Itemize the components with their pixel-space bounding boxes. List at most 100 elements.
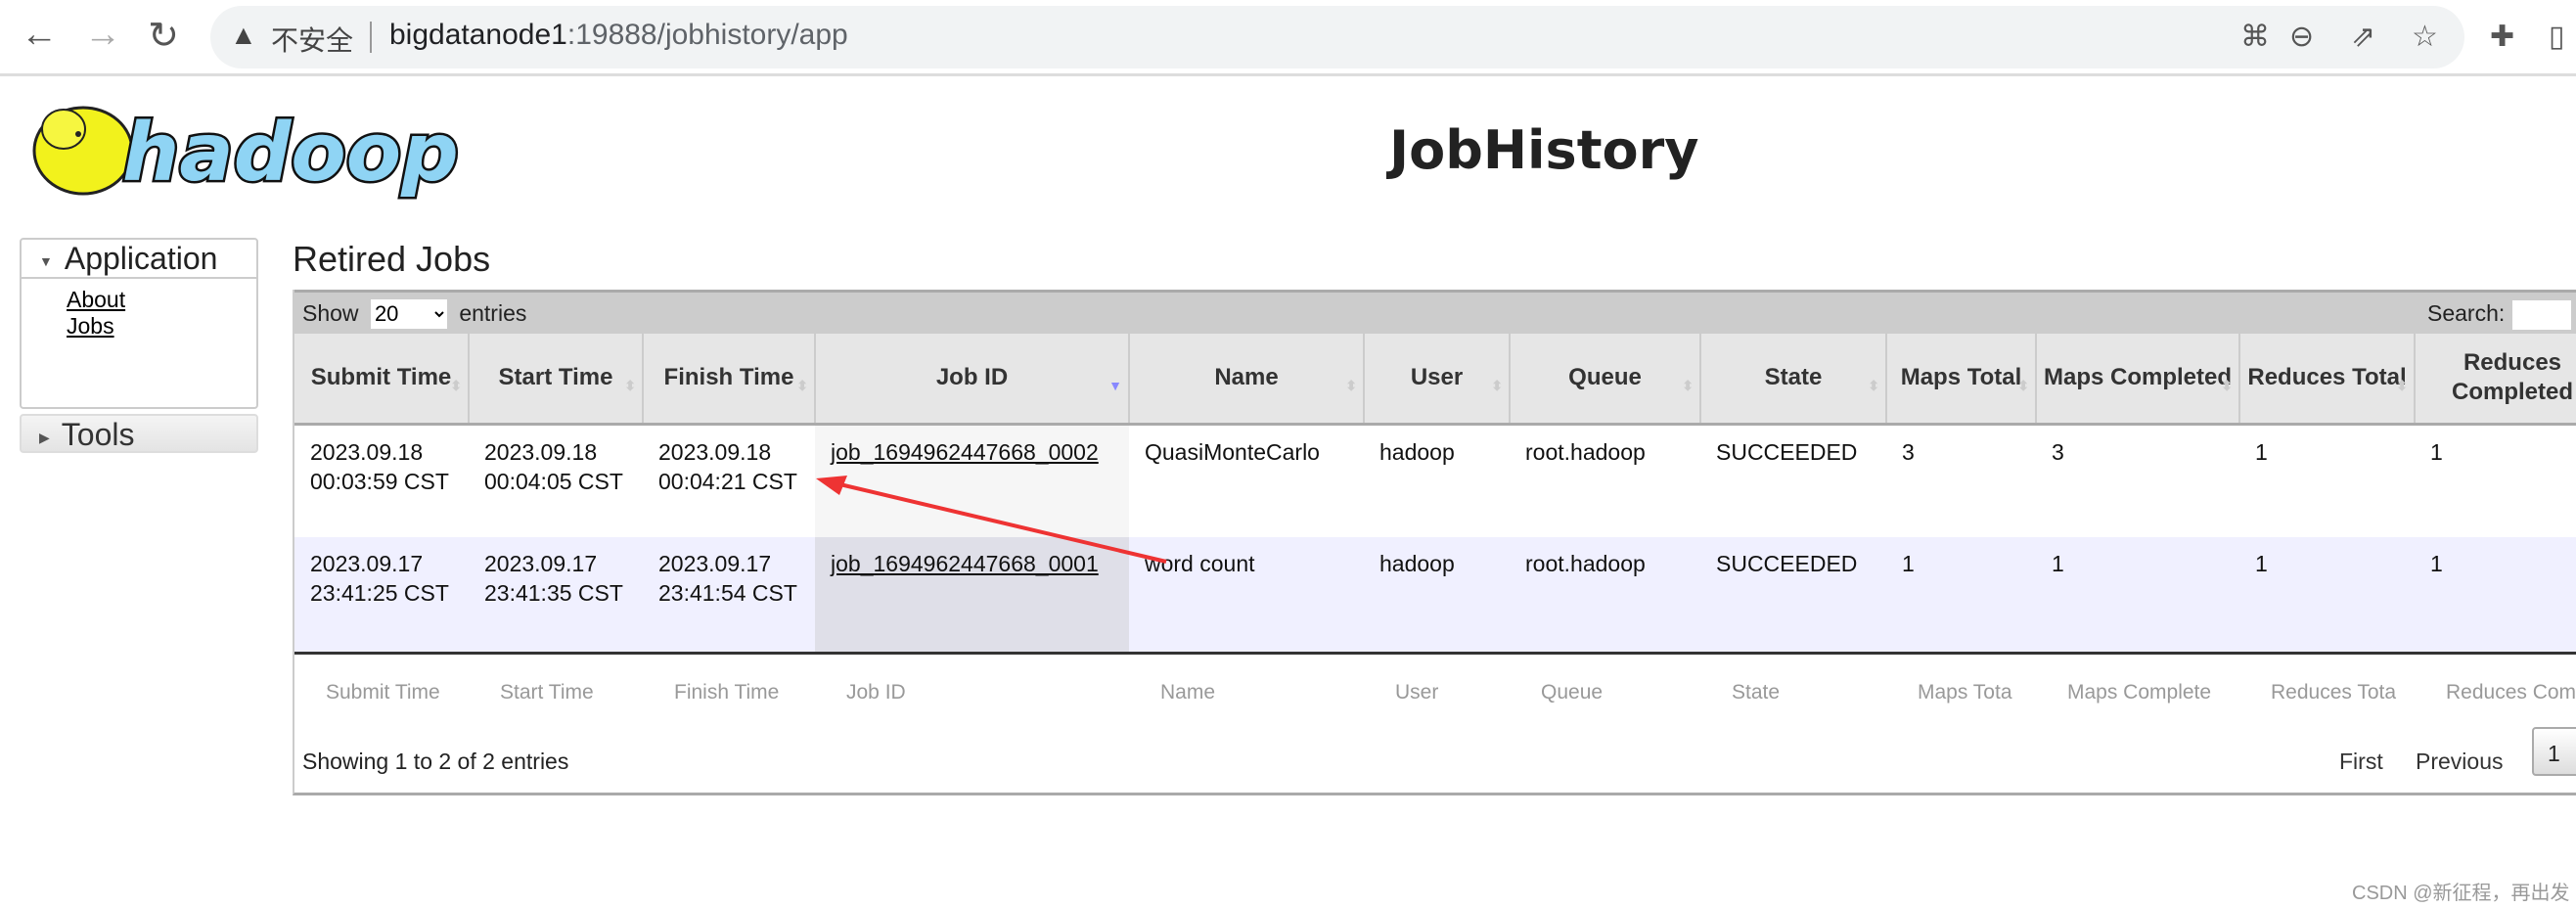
column-header-label: Finish Time: [663, 364, 794, 391]
sidebar-tools[interactable]: ▶ Tools: [20, 414, 258, 453]
cell-value: 2023.09.18 00:03:59 CST: [310, 438, 449, 494]
footer-column-label: Job ID: [815, 653, 1129, 721]
column-header[interactable]: Reduces Total ⬍: [2239, 334, 2416, 426]
sidebar-tools-label: Tools: [61, 417, 135, 452]
column-header-label: State: [1764, 364, 1823, 391]
pagination-page-1[interactable]: 1: [2532, 727, 2576, 776]
column-header-label: Maps Total: [1900, 364, 2022, 391]
table-cell: root.hadoop: [1510, 537, 1700, 655]
cell-value: hadoop: [1379, 438, 1455, 465]
cell-value: 2023.09.18 00:04:05 CST: [484, 438, 623, 494]
bookmark-star-icon[interactable]: ☆: [2412, 20, 2438, 54]
cell-value: hadoop: [1379, 551, 1455, 576]
sort-icon: ⬍: [450, 378, 462, 393]
sort-icon: ⬍: [2221, 378, 2233, 393]
cell-value: SUCCEEDED: [1716, 551, 1858, 576]
column-header[interactable]: Start Time ⬍: [469, 334, 644, 426]
column-header[interactable]: Job ID ▼: [815, 334, 1130, 426]
caret-down-icon: ▼: [39, 252, 53, 269]
sort-icon: ⬍: [1491, 378, 1503, 393]
watermark: CSDN @新征程，再出发: [2352, 883, 2570, 904]
column-header[interactable]: Queue ⬍: [1510, 334, 1701, 426]
footer-column-label: State: [1700, 653, 1886, 721]
column-header[interactable]: Finish Time ⬍: [643, 334, 816, 426]
column-header[interactable]: Reduces Completed⬍: [2415, 334, 2576, 426]
table-cell: 1: [2239, 424, 2415, 537]
column-header[interactable]: User ⬍: [1364, 334, 1511, 426]
column-header[interactable]: Submit Time ⬍: [294, 334, 470, 426]
show-label: Show: [302, 300, 359, 326]
cell-value: 2023.09.18 00:04:21 CST: [658, 438, 797, 494]
table-cell: 2023.09.18 00:04:05 CST: [469, 424, 643, 537]
table-cell: 3: [1886, 424, 2036, 537]
cell-value: 2023.09.17 23:41:54 CST: [658, 551, 797, 606]
table-cell: job_1694962447668_0001: [815, 537, 1129, 655]
table-cell: hadoop: [1364, 537, 1510, 655]
footer-column-label: Start Time: [469, 653, 643, 721]
cell-value: QuasiMonteCarlo: [1145, 438, 1320, 465]
section-heading: Retired Jobs: [293, 239, 491, 279]
pagination-previous[interactable]: Previous: [2416, 749, 2503, 775]
side-panel-icon[interactable]: ▯: [2549, 20, 2565, 54]
column-header[interactable]: State ⬍: [1700, 334, 1887, 426]
table-toolbar: Show 20 entries Search:: [294, 290, 2576, 334]
svg-text:hadoop: hadoop: [122, 107, 459, 200]
footer-column-label: Name: [1129, 653, 1364, 721]
column-header-label: Submit Time: [310, 364, 452, 391]
forward-icon[interactable]: →: [78, 14, 127, 56]
column-header[interactable]: Maps Total ⬍: [1886, 334, 2037, 426]
column-header[interactable]: Name ⬍: [1129, 334, 1365, 426]
cell-value: 3: [1902, 438, 1915, 465]
address-bar[interactable]: ▲ 不安全 bigdatanode1:19888/jobhistory/app …: [210, 6, 2464, 68]
cell-value: 1: [2052, 551, 2064, 576]
sort-icon: ⬍: [2017, 378, 2029, 393]
cell-value: root.hadoop: [1525, 438, 1646, 465]
table-row: 2023.09.17 23:41:25 CST 2023.09.17 23:41:…: [294, 537, 2576, 655]
translate-icon[interactable]: ⌘: [2240, 20, 2270, 54]
cell-value: word count: [1145, 551, 1255, 576]
table-cell: hadoop: [1364, 424, 1510, 537]
table-cell: SUCCEEDED: [1700, 424, 1886, 537]
search-input[interactable]: [2512, 299, 2572, 330]
table-cell: 2023.09.17 23:41:35 CST: [469, 537, 643, 655]
table-cell: 2023.09.18 00:04:21 CST: [643, 424, 815, 537]
footer-column-label: Submit Time: [294, 653, 469, 721]
table-cell: 2023.09.18 00:03:59 CST: [294, 424, 469, 537]
column-header-label: Start Time: [498, 364, 613, 391]
column-header-label: Job ID: [935, 364, 1009, 391]
job-id-link[interactable]: job_1694962447668_0001: [831, 551, 1099, 576]
job-id-link[interactable]: job_1694962447668_0002: [831, 439, 1099, 465]
table-cell: QuasiMonteCarlo: [1129, 424, 1364, 537]
cell-value: 1: [2430, 438, 2443, 465]
entries-label: entries: [459, 300, 527, 326]
sidebar-item-jobs[interactable]: Jobs: [67, 313, 256, 340]
footer-column-label: User: [1364, 653, 1510, 721]
url-text[interactable]: bigdatanode1:19888/jobhistory/app: [389, 19, 848, 52]
footer-column-label: Queue: [1510, 653, 1700, 721]
column-header-label: Queue: [1568, 364, 1642, 391]
cell-value: root.hadoop: [1525, 551, 1646, 576]
column-header-label: Maps Completed: [2043, 364, 2233, 391]
cell-value: 1: [2255, 551, 2268, 576]
extensions-icon[interactable]: ✚: [2490, 20, 2514, 54]
page-size-select[interactable]: 20: [370, 298, 447, 329]
sort-icon: ⬍: [1868, 378, 1879, 393]
reload-icon[interactable]: ↻: [139, 14, 188, 58]
table-cell: 1: [2036, 537, 2239, 655]
jobs-table: Submit Time ⬍ Start Time ⬍ Finish Time ⬍ Job I…: [294, 334, 2576, 721]
cell-value: SUCCEEDED: [1716, 438, 1858, 465]
table-cell: root.hadoop: [1510, 424, 1700, 537]
page-title: JobHistory: [1389, 119, 1699, 181]
column-header[interactable]: Maps Completed ⬍: [2036, 334, 2240, 426]
sort-desc-icon: ▼: [1108, 378, 1122, 393]
table-row: 2023.09.18 00:03:59 CST 2023.09.18 00:04:…: [294, 424, 2576, 537]
sidebar-item-about[interactable]: About: [67, 287, 256, 313]
share-icon[interactable]: ⇗: [2351, 20, 2375, 54]
sort-icon: ⬍: [2396, 378, 2408, 393]
sidebar-application-header[interactable]: ▼ Application: [22, 240, 256, 279]
sort-icon: ⬍: [1682, 378, 1694, 393]
warning-icon: ▲: [230, 20, 257, 50]
pagination-first[interactable]: First: [2339, 749, 2383, 775]
back-icon[interactable]: ←: [15, 14, 64, 56]
zoom-out-icon[interactable]: ⊖: [2289, 20, 2314, 54]
